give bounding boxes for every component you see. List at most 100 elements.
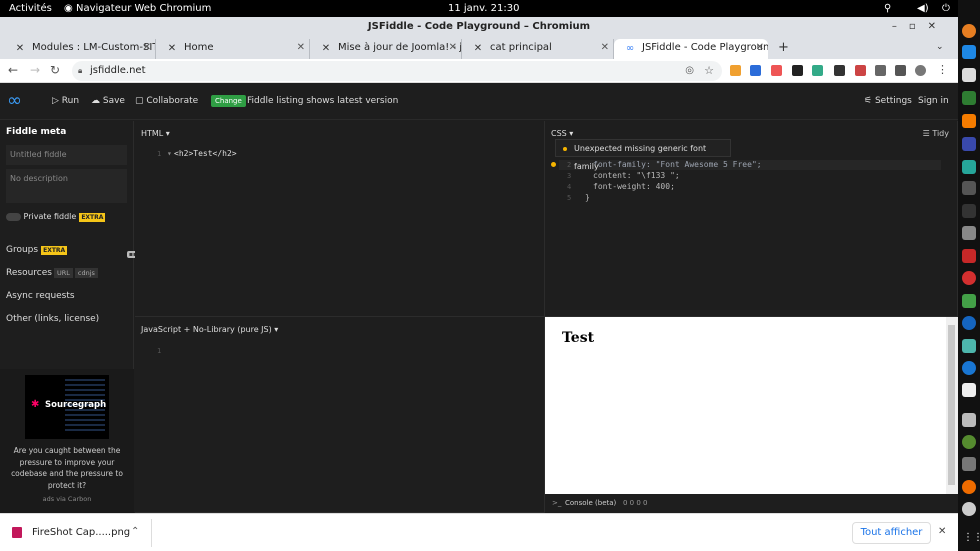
private-toggle[interactable] (6, 212, 21, 221)
result-iframe[interactable]: Test (545, 317, 946, 494)
extension-icon[interactable] (792, 65, 803, 76)
close-icon[interactable]: ✕ (938, 526, 946, 537)
css-code-line[interactable]: font-weight: 400; (593, 182, 675, 193)
app-menu[interactable]: Navigateur Web Chromium (76, 3, 211, 14)
extension-icon[interactable] (750, 65, 761, 76)
tab-search-icon[interactable]: ⌄ (936, 42, 944, 52)
tab-cat-principal[interactable]: ✕ cat principal ✕ (462, 39, 614, 59)
other-link[interactable]: Other (links, license) (6, 314, 99, 324)
extension-icon[interactable] (771, 65, 782, 76)
css-code-line[interactable]: font-family: "Font Awesome 5 Free"; (593, 160, 762, 171)
profile-avatar-icon[interactable] (915, 65, 926, 76)
tidy-button[interactable]: ☰ Tidy (923, 129, 949, 138)
app-icon[interactable] (962, 137, 976, 151)
volume-icon[interactable]: ◀) (917, 3, 929, 14)
extension-icon[interactable] (834, 65, 845, 76)
tab-home[interactable]: ✕ Home ✕ (156, 39, 310, 59)
html-code-line[interactable]: <h2>Test</h2> (174, 149, 237, 160)
new-tab-icon[interactable]: + (778, 40, 789, 55)
show-all-button[interactable]: Tout afficher (852, 522, 931, 544)
maximize-button[interactable]: ▫ (909, 21, 928, 32)
app-icon[interactable] (962, 502, 976, 516)
minimize-button[interactable]: – (892, 21, 909, 32)
tab-modules[interactable]: ✕ Modules : LM-Custom-SIT ✕ (4, 39, 156, 59)
extension-icon[interactable] (730, 65, 741, 76)
reload-icon[interactable]: ↻ (50, 63, 60, 77)
result-scrollbar[interactable] (946, 317, 958, 494)
app-icon[interactable] (962, 413, 976, 427)
fiddle-description-input[interactable]: No description (6, 169, 127, 203)
carbon-ad[interactable]: ✱ Sourcegraph Are you caught between the… (0, 369, 134, 513)
app-icon[interactable] (962, 91, 976, 105)
console-bar[interactable]: >_ Console (beta) 0 0 0 0 (545, 494, 958, 513)
chromium-icon[interactable] (962, 316, 976, 330)
console-label[interactable]: Console (beta) (565, 499, 616, 507)
firefox-icon[interactable] (962, 24, 976, 38)
js-panel-label[interactable]: JavaScript + No-Library (pure JS) ▾ (141, 325, 278, 334)
brave-icon[interactable] (962, 114, 976, 128)
network-icon[interactable]: ⚲ (884, 3, 891, 14)
calendar-icon[interactable] (962, 160, 976, 174)
app-icon[interactable] (962, 271, 976, 285)
settings-button[interactable]: ⚟ Settings (864, 96, 912, 106)
app-icon[interactable] (962, 226, 976, 240)
run-button[interactable]: ▷ Run (52, 96, 79, 106)
groups-link[interactable]: Groups EXTRA (6, 245, 68, 255)
ad-text[interactable]: Are you caught between the pressure to i… (8, 445, 126, 491)
async-requests-link[interactable]: Async requests (6, 291, 75, 301)
clock[interactable]: 11 janv. 21:30 (448, 3, 519, 14)
tab-jsfiddle[interactable]: ∞ JSFiddle - Code Playgroun ✕ (614, 39, 768, 59)
app-icon[interactable] (962, 435, 976, 449)
power-icon[interactable]: ⏻ (942, 3, 950, 14)
app-icon[interactable] (962, 339, 976, 353)
activities-button[interactable]: Activités (9, 3, 52, 14)
tab-joomla-update[interactable]: ✕ Mise à jour de Joomla! - jo ✕ (310, 39, 462, 59)
extension-icon[interactable] (855, 65, 866, 76)
download-file[interactable]: FireShot Cap.....png (32, 527, 130, 538)
close-tab-icon[interactable]: ✕ (601, 39, 609, 57)
url-field[interactable]: 🔒︎ jsfiddle.net ◎ ☆ (72, 61, 722, 81)
resources-link[interactable]: Resources URL cdnjs (6, 268, 98, 278)
css-panel-label[interactable]: CSS ▾ (551, 129, 573, 138)
html-panel[interactable]: HTML ▾ 1 ▾ <h2>Test</h2> (135, 121, 545, 317)
save-button[interactable]: ☁ Save (91, 96, 125, 106)
close-tab-icon[interactable]: ✕ (297, 39, 305, 57)
close-tab-icon[interactable]: ✕ (756, 39, 764, 57)
browser-menu-icon[interactable]: ⋮ (937, 63, 948, 76)
app-icon[interactable] (962, 294, 976, 308)
change-badge[interactable]: Change (211, 95, 246, 107)
scrollbar-thumb[interactable] (948, 325, 955, 485)
fold-marker-icon[interactable]: ▾ (167, 149, 172, 160)
close-tab-icon[interactable]: ✕ (449, 39, 457, 57)
collaborate-button[interactable]: ▢ Collaborate (135, 96, 198, 106)
files-icon[interactable] (962, 68, 976, 82)
extension-icon[interactable] (875, 65, 886, 76)
bookmark-star-icon[interactable]: ☆ (704, 61, 714, 81)
css-code-line[interactable]: } (585, 193, 590, 204)
lock-icon[interactable]: 🔒︎ (78, 61, 82, 81)
back-icon[interactable]: ← (8, 63, 18, 77)
extension-icon[interactable] (812, 65, 823, 76)
fiddle-title-input[interactable]: Untitled fiddle (6, 145, 127, 165)
css-code-line[interactable]: content: "\f133 "; (593, 171, 680, 182)
ad-image[interactable]: ✱ Sourcegraph (25, 375, 109, 439)
warning-dot-icon[interactable] (551, 162, 556, 167)
close-tab-icon[interactable]: ✕ (143, 39, 151, 57)
extensions-puzzle-icon[interactable] (895, 65, 906, 76)
terminal-icon[interactable] (962, 204, 976, 218)
html-panel-label[interactable]: HTML ▾ (141, 129, 170, 138)
app-icon[interactable] (962, 383, 976, 397)
tracking-icon[interactable]: ◎ (685, 61, 694, 81)
close-window-button[interactable]: ✕ (928, 21, 948, 32)
app-icon[interactable] (962, 361, 976, 375)
js-panel[interactable]: JavaScript + No-Library (pure JS) ▾ 1 (135, 317, 545, 513)
firefox-icon[interactable] (962, 480, 976, 494)
app-icon[interactable] (962, 181, 976, 195)
jsfiddle-logo-icon[interactable]: ∞ (7, 92, 22, 110)
chevron-up-icon[interactable]: ⌃ (131, 526, 139, 537)
ads-via-carbon[interactable]: ads via Carbon (0, 495, 134, 503)
filezilla-icon[interactable] (962, 249, 976, 263)
app-icon[interactable] (962, 457, 976, 471)
signin-link[interactable]: Sign in (918, 96, 949, 106)
app-icon[interactable] (962, 45, 976, 59)
